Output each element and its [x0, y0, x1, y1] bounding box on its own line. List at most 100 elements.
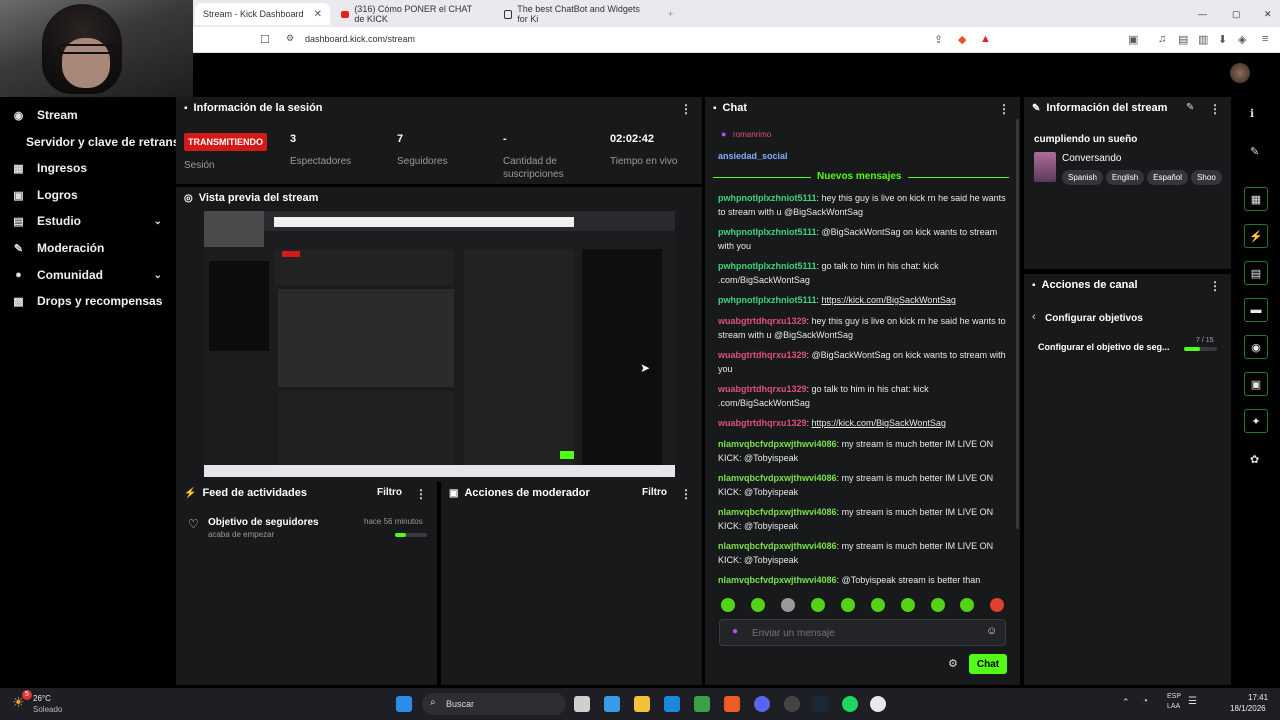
goal-label[interactable]: Configurar el objetivo de seg...	[1038, 342, 1170, 352]
url-bar[interactable]: dashboard.kick.com/stream	[305, 34, 415, 44]
chat-username[interactable]: romanrimo	[733, 130, 771, 139]
chat-input[interactable]: ● ☺	[719, 619, 1006, 646]
network-icon[interactable]: ◔	[1142, 696, 1148, 707]
sidebar-item-stream-key[interactable]: Servidor y clave de retransm	[0, 131, 190, 153]
bookmark-icon[interactable]: ☐	[260, 33, 270, 46]
taskbar-search[interactable]: ⌕ Buscar	[422, 693, 566, 715]
store-icon[interactable]	[664, 696, 680, 712]
brave-icon[interactable]	[724, 696, 740, 712]
task-view-icon[interactable]	[574, 696, 590, 712]
wallet-icon[interactable]: ▥	[1198, 33, 1208, 46]
site-settings-icon[interactable]: ⚙	[286, 33, 294, 44]
wrench-icon[interactable]: ✦	[1244, 409, 1268, 433]
chat-username[interactable]: wuabgtrtdhqrxu1329	[718, 316, 807, 326]
file-explorer-icon[interactable]	[634, 696, 650, 712]
layout-icon[interactable]: ▦	[1244, 187, 1268, 211]
minimize-button[interactable]: —	[1190, 3, 1215, 25]
close-window-button[interactable]: ✕	[1256, 3, 1280, 25]
chat-username[interactable]: wuabgtrtdhqrxu1329	[718, 350, 807, 360]
emote-icon[interactable]	[781, 598, 795, 612]
tag[interactable]: Shoo	[1191, 170, 1222, 185]
new-tab-button[interactable]: +	[660, 3, 676, 25]
sidebar-toggle-icon[interactable]: ▣	[1128, 33, 1138, 46]
chat-input-field[interactable]	[752, 625, 972, 641]
back-button[interactable]: Configurar objetivos	[1045, 313, 1143, 324]
filter-button[interactable]: Filtro	[642, 487, 667, 498]
emote-icon[interactable]	[841, 598, 855, 612]
chat-username[interactable]: ansiedad_social	[718, 151, 788, 161]
more-options-icon[interactable]: ⋮	[680, 102, 692, 116]
tab-youtube[interactable]: (316) Cómo PONER el CHAT de KICK	[333, 3, 490, 25]
sidebar-item-stream[interactable]: ◉ Stream	[0, 104, 176, 126]
chat-scrollbar[interactable]	[1016, 119, 1019, 529]
reader-icon[interactable]: ▤	[1178, 33, 1188, 46]
chat-username[interactable]: pwhpnotlplxzhniot5111	[718, 227, 817, 237]
sidebar-item-moderacion[interactable]: ✎ Moderación	[0, 237, 176, 259]
broadcast-icon[interactable]: ◉	[1244, 335, 1268, 359]
tag[interactable]: English	[1105, 170, 1145, 185]
chat-username[interactable]: wuabgtrtdhqrxu1329	[718, 418, 807, 428]
chat-link[interactable]: https://kick.com/BigSackWontSag	[822, 295, 956, 305]
list-icon[interactable]: ▤	[1244, 261, 1268, 285]
sidebar-item-ingresos[interactable]: ▦ Ingresos	[0, 157, 176, 179]
more-options-icon[interactable]: ⋮	[1209, 102, 1221, 116]
emote-icon[interactable]	[931, 598, 945, 612]
chat-icon[interactable]: ▬	[1244, 298, 1268, 322]
widgets-icon[interactable]	[604, 696, 620, 712]
tag[interactable]: Spanish	[1062, 170, 1103, 185]
emote-icon[interactable]	[751, 598, 765, 612]
tray-chevron-icon[interactable]: ⌃	[1122, 697, 1130, 708]
bolt-icon[interactable]: ⚡	[1244, 224, 1268, 248]
emote-icon[interactable]	[901, 598, 915, 612]
language-sub-label[interactable]: LAA	[1167, 703, 1180, 710]
send-chat-button[interactable]: Chat	[969, 654, 1007, 674]
emote-icon[interactable]	[990, 598, 1004, 612]
close-tab-icon[interactable]: ✕	[314, 9, 322, 20]
community-icon[interactable]: ✿	[1250, 453, 1259, 466]
chat-username[interactable]: nlamvqbcfvdpxwjthwvi4086	[718, 473, 837, 483]
maximize-button[interactable]: ▢	[1224, 3, 1249, 25]
windows-start-icon[interactable]	[396, 696, 412, 712]
tab-chatbot[interactable]: The best ChatBot and Widgets for Ki	[496, 3, 656, 25]
more-options-icon[interactable]: ⋮	[998, 102, 1010, 116]
sidebar-item-logros[interactable]: ▣ Logros	[0, 184, 176, 206]
menu-icon[interactable]: ≡	[1262, 33, 1268, 45]
emote-icon[interactable]	[871, 598, 885, 612]
edit-icon[interactable]: ✎	[1186, 102, 1194, 113]
chat-username[interactable]: pwhpnotlplxzhniot5111	[718, 295, 817, 305]
stream-category[interactable]: Conversando	[1062, 153, 1121, 164]
more-options-icon[interactable]: ⋮	[1209, 279, 1221, 293]
avatar[interactable]	[1230, 63, 1250, 83]
edit-icon[interactable]: ✎	[1250, 145, 1259, 158]
emoji-icon[interactable]: ☺	[986, 625, 997, 637]
chat-username[interactable]: pwhpnotlplxzhniot5111	[718, 261, 817, 271]
clock-date[interactable]: 18/1/2026	[1230, 704, 1266, 713]
chat-username[interactable]: nlamvqbcfvdpxwjthwvi4086	[718, 541, 837, 551]
tag[interactable]: Español	[1147, 170, 1189, 185]
chat-username[interactable]: nlamvqbcfvdpxwjthwvi4086	[718, 575, 837, 585]
sidebar-item-estudio[interactable]: ▤ Estudio ⌄	[0, 210, 176, 232]
chat-username[interactable]: nlamvqbcfvdpxwjthwvi4086	[718, 507, 837, 517]
chat-username[interactable]: wuabgtrtdhqrxu1329	[718, 384, 807, 394]
brave-shield-icon[interactable]: ◆	[958, 33, 966, 46]
obs-icon[interactable]	[784, 696, 800, 712]
chat-settings-icon[interactable]: ⚙	[948, 657, 958, 670]
sidebar-item-drops[interactable]: ▩ Drops y recompensas	[0, 290, 176, 312]
sidebar-item-comunidad[interactable]: ● Comunidad ⌄	[0, 264, 176, 286]
more-options-icon[interactable]: ⋮	[415, 487, 427, 501]
category-thumbnail[interactable]	[1034, 152, 1056, 182]
download-icon[interactable]: ⬇	[1218, 33, 1227, 46]
emote-icon[interactable]	[960, 598, 974, 612]
emote-icon[interactable]	[811, 598, 825, 612]
emote-icon[interactable]	[721, 598, 735, 612]
vpn-icon[interactable]: ◈	[1238, 33, 1246, 46]
wifi-icon[interactable]: ☰	[1188, 696, 1197, 707]
tab-kick-dashboard[interactable]: Stream - Kick Dashboard ✕	[195, 3, 330, 25]
filter-button[interactable]: Filtro	[377, 487, 402, 498]
chat-username[interactable]: pwhpnotlplxzhniot5111	[718, 193, 817, 203]
discord-icon[interactable]	[754, 696, 770, 712]
shield-icon[interactable]: ▣	[1244, 372, 1268, 396]
language-label[interactable]: ESP	[1167, 693, 1181, 700]
share-icon[interactable]: ⇪	[934, 33, 943, 46]
steam-icon[interactable]	[812, 696, 828, 712]
